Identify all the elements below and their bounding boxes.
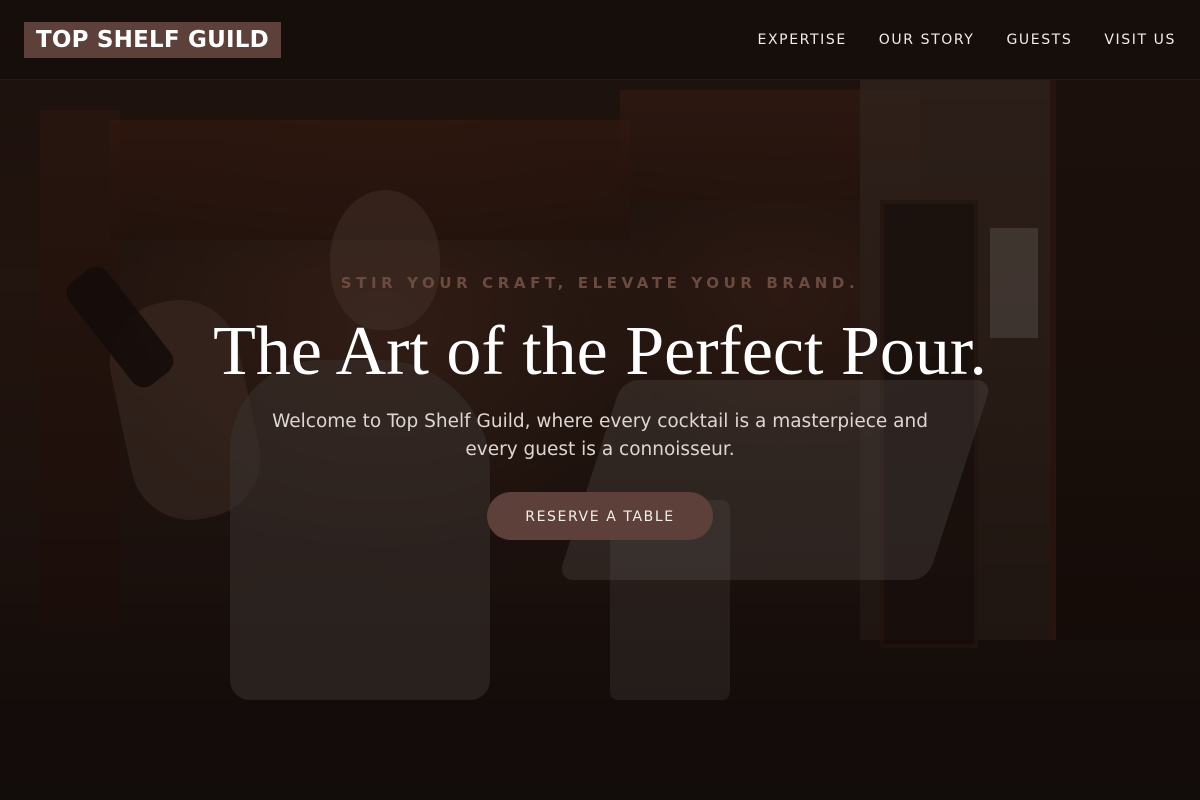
nav-link-guests[interactable]: GUESTS	[1006, 30, 1072, 50]
site-header: TOP SHELF GUILD EXPERTISE OUR STORY GUES…	[0, 0, 1200, 80]
nav-link-expertise[interactable]: EXPERTISE	[758, 30, 847, 50]
hero-subtext: Welcome to Top Shelf Guild, where every …	[272, 411, 928, 460]
main-nav: EXPERTISE OUR STORY GUESTS VISIT US	[758, 30, 1176, 50]
site-logo[interactable]: TOP SHELF GUILD	[24, 22, 281, 58]
nav-link-our-story[interactable]: OUR STORY	[879, 30, 975, 50]
hero-content: STIR YOUR CRAFT, ELEVATE YOUR BRAND. The…	[0, 270, 1200, 540]
hero-headline: The Art of the Perfect Pour.	[213, 313, 987, 390]
hero-eyebrow: STIR YOUR CRAFT, ELEVATE YOUR BRAND.	[340, 274, 860, 292]
reserve-table-button[interactable]: RESERVE A TABLE	[487, 492, 713, 540]
landing-page: TOP SHELF GUILD EXPERTISE OUR STORY GUES…	[0, 0, 1200, 800]
nav-link-visit-us[interactable]: VISIT US	[1104, 30, 1176, 50]
